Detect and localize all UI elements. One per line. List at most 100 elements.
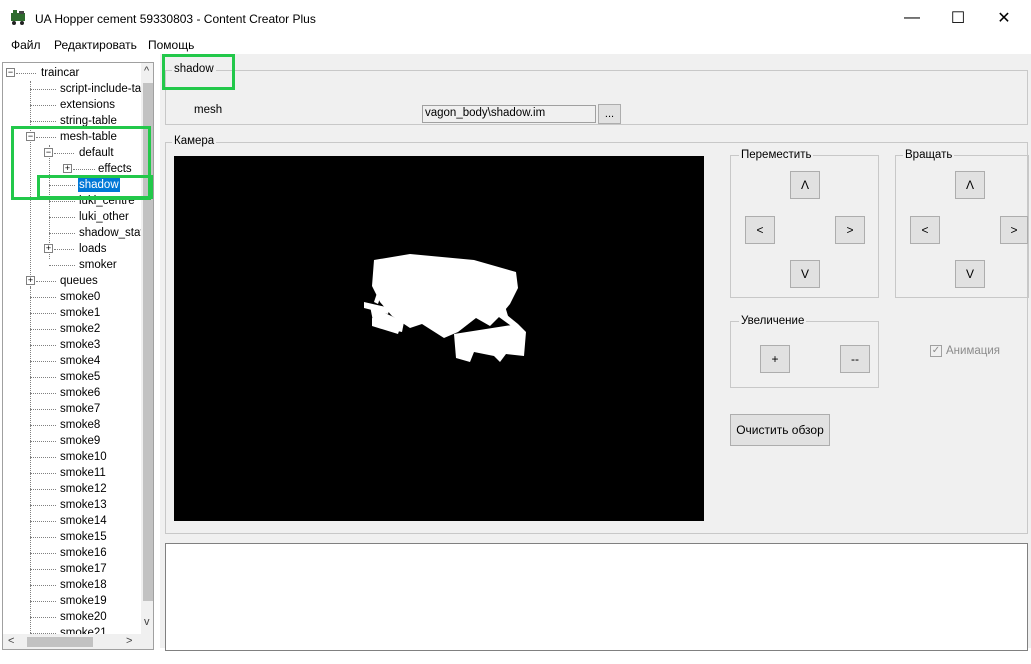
move-group-label: Переместить	[739, 149, 814, 161]
horizontal-scroll-thumb[interactable]	[27, 637, 93, 647]
tree-node-smoke[interactable]: smoke0	[60, 290, 100, 304]
tree-horizontal-scrollbar[interactable]: < >	[3, 634, 153, 649]
menu-edit[interactable]: Редактировать	[54, 38, 137, 52]
tree-connector	[30, 473, 56, 474]
tree-node-smoke[interactable]: smoke12	[60, 482, 107, 496]
mesh-label: mesh	[194, 104, 223, 116]
tree-node-queues[interactable]: queues	[60, 274, 98, 288]
tree-node-default[interactable]: default	[79, 146, 114, 160]
tree-node-shadow[interactable]: shadow	[78, 178, 120, 192]
expand-icon[interactable]: +	[26, 276, 35, 285]
expand-icon[interactable]: +	[63, 164, 72, 173]
tree-node-smoke[interactable]: smoke3	[60, 338, 100, 352]
tree-connector	[30, 617, 56, 618]
clear-view-button[interactable]: Очистить обзор	[730, 414, 830, 446]
vertical-scroll-thumb[interactable]	[143, 83, 153, 601]
train-icon	[11, 10, 25, 25]
tree-node-smoke[interactable]: smoke14	[60, 514, 107, 528]
collapse-icon[interactable]: −	[26, 132, 35, 141]
scroll-left-icon[interactable]: <	[8, 635, 14, 647]
tree-node-smoke[interactable]: smoke15	[60, 530, 107, 544]
tree-node-smoke[interactable]: smoke18	[60, 578, 107, 592]
animation-checkbox[interactable]: ✓ Анимация	[930, 345, 1000, 357]
rotate-up-button[interactable]: Λ	[955, 171, 985, 199]
tree-node-smoke[interactable]: smoke5	[60, 370, 100, 384]
tree-node-extensions[interactable]: extensions	[60, 98, 115, 112]
shadow-groupbox	[165, 70, 1028, 125]
3d-viewport[interactable]	[174, 156, 704, 521]
zoom-out-button[interactable]: --	[840, 345, 870, 373]
tree-node-smoke[interactable]: smoke9	[60, 434, 100, 448]
tree-connector	[30, 601, 56, 602]
tree-node-smoke[interactable]: smoke6	[60, 386, 100, 400]
tree-connector	[30, 377, 56, 378]
expand-icon[interactable]: +	[44, 244, 53, 253]
tree-node-effects[interactable]: effects	[98, 162, 132, 176]
tree-view[interactable]: − traincar script-include-tab extensions…	[2, 62, 154, 650]
zoom-group-label: Увеличение	[739, 315, 807, 327]
tree-connector	[30, 553, 56, 554]
tree-connector	[30, 441, 56, 442]
tree-connector	[30, 409, 56, 410]
tree-connector	[30, 505, 56, 506]
tree-node-shadow-stat[interactable]: shadow_stat	[79, 226, 144, 240]
rotate-right-button[interactable]: >	[1000, 216, 1028, 244]
maximize-button[interactable]: ☐	[935, 0, 981, 36]
minimize-button[interactable]: —	[889, 0, 935, 36]
rotate-down-button[interactable]: V	[955, 260, 985, 288]
move-up-button[interactable]: Λ	[790, 171, 820, 199]
tree-node-smoke[interactable]: smoke11	[60, 466, 106, 480]
tree-connector	[30, 393, 56, 394]
rotate-left-button[interactable]: <	[910, 216, 940, 244]
tree-node-smoke[interactable]: smoke10	[60, 450, 107, 464]
tree-node-smoker[interactable]: smoker	[79, 258, 117, 272]
properties-panel: shadow mesh vagon_body\shadow.im ... Кам…	[160, 54, 1031, 651]
menu-help[interactable]: Помощь	[148, 38, 194, 52]
browse-button[interactable]: ...	[598, 104, 621, 124]
tree-connector	[30, 489, 56, 490]
tree-node-loads[interactable]: loads	[79, 242, 107, 256]
move-left-button[interactable]: <	[745, 216, 775, 244]
tree-node-smoke[interactable]: smoke19	[60, 594, 107, 608]
tree-connector	[30, 537, 56, 538]
close-button[interactable]: ✕	[981, 0, 1027, 36]
tree-node-string-table[interactable]: string-table	[60, 114, 117, 128]
collapse-icon[interactable]: −	[6, 68, 15, 77]
tree-node-traincar[interactable]: traincar	[41, 66, 79, 80]
tree-node-luki-other[interactable]: luki_other	[79, 210, 129, 224]
tree-node-smoke[interactable]: smoke16	[60, 546, 107, 560]
tree-node-script-include[interactable]: script-include-tab	[60, 82, 148, 96]
tree-node-mesh-table[interactable]: mesh-table	[60, 130, 117, 144]
tree-connector	[30, 329, 56, 330]
rotate-group-label: Вращать	[903, 149, 955, 161]
camera-group-label: Камера	[172, 135, 217, 147]
tree-node-smoke[interactable]: smoke7	[60, 402, 100, 416]
tree-node-smoke[interactable]: smoke20	[60, 610, 107, 624]
scroll-right-icon[interactable]: >	[126, 635, 132, 647]
window-title: UA Hopper cement 59330803 - Content Crea…	[35, 12, 316, 26]
menu-bar: Файл Редактировать Помощь	[0, 36, 1031, 54]
move-down-button[interactable]: V	[790, 260, 820, 288]
scroll-down-icon[interactable]: v	[144, 616, 150, 628]
checkbox-check-icon: ✓	[930, 345, 942, 357]
zoom-in-button[interactable]: +	[760, 345, 790, 373]
output-log[interactable]	[165, 543, 1028, 651]
scroll-up-icon[interactable]: ^	[144, 65, 149, 77]
tree-node-smoke[interactable]: smoke1	[60, 306, 100, 320]
tree-connector	[30, 361, 56, 362]
tree-node-smoke[interactable]: smoke4	[60, 354, 100, 368]
tree-connector	[30, 425, 56, 426]
menu-file[interactable]: Файл	[11, 38, 41, 52]
mesh-path-field[interactable]: vagon_body\shadow.im	[422, 105, 596, 123]
tree-node-smoke[interactable]: smoke17	[60, 562, 107, 576]
tree-node-smoke[interactable]: smoke2	[60, 322, 100, 336]
tree-vertical-scrollbar[interactable]: ^ v	[141, 63, 153, 634]
tree-node-luki-centre[interactable]: luki_centre	[79, 194, 135, 208]
tree-connector	[30, 345, 56, 346]
move-right-button[interactable]: >	[835, 216, 865, 244]
tree-connector	[30, 585, 56, 586]
tree-node-smoke[interactable]: smoke13	[60, 498, 107, 512]
collapse-icon[interactable]: −	[44, 148, 53, 157]
tree-node-smoke[interactable]: smoke8	[60, 418, 100, 432]
hopper-wagon-silhouette	[364, 254, 526, 362]
